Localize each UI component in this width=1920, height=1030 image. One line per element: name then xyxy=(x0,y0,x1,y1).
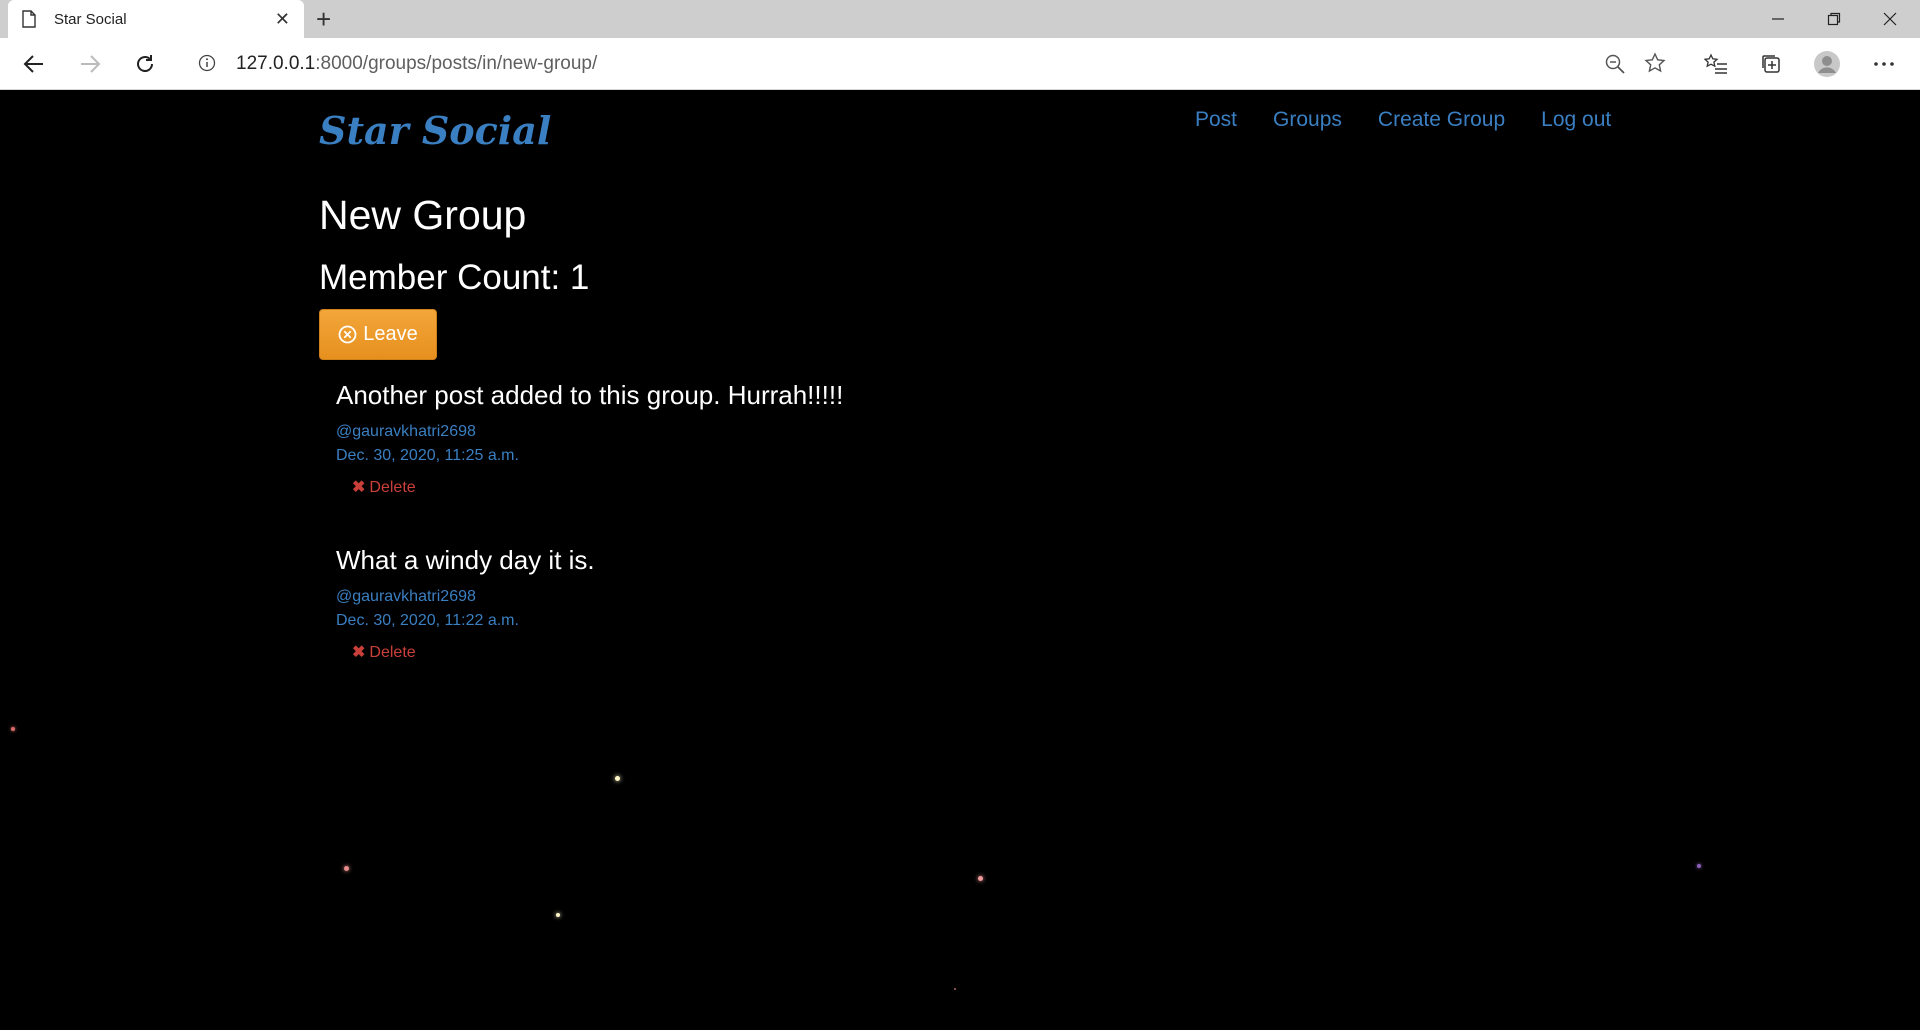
post-author-link[interactable]: @gauravkhatri2698 xyxy=(336,588,595,606)
browser-toolbar: 127.0.0.1:8000/groups/posts/in/new-group… xyxy=(0,38,1920,90)
url-text: 127.0.0.1:8000/groups/posts/in/new-group… xyxy=(236,53,597,75)
minimize-icon[interactable] xyxy=(1750,0,1806,38)
nav-post-link[interactable]: Post xyxy=(1195,108,1237,132)
post-item: Another post added to this group. Hurrah… xyxy=(336,380,843,497)
star-decoration xyxy=(615,776,620,781)
site-info-icon[interactable] xyxy=(198,54,216,72)
group-title: New Group xyxy=(319,192,527,238)
close-tab-icon[interactable]: ✕ xyxy=(275,9,290,29)
delete-label: Delete xyxy=(369,644,416,661)
delete-post-button[interactable]: ✖ Delete xyxy=(352,477,843,497)
browser-tab[interactable]: Star Social ✕ xyxy=(8,0,304,38)
page-icon xyxy=(22,9,38,29)
star-decoration xyxy=(556,913,560,917)
close-window-icon[interactable] xyxy=(1862,0,1918,38)
favorites-icon[interactable] xyxy=(1702,50,1730,78)
refresh-icon[interactable] xyxy=(131,50,159,78)
delete-label: Delete xyxy=(369,479,416,496)
circle-x-icon xyxy=(338,325,357,344)
post-item: What a windy day it is. @gauravkhatri269… xyxy=(336,545,595,662)
nav-create-group-link[interactable]: Create Group xyxy=(1378,108,1505,132)
star-decoration xyxy=(344,866,349,871)
more-options-icon[interactable] xyxy=(1870,50,1898,78)
new-tab-icon[interactable]: + xyxy=(316,6,331,32)
browser-tab-strip: Star Social ✕ + xyxy=(0,0,1920,38)
collections-icon[interactable] xyxy=(1757,50,1785,78)
nav-logout-link[interactable]: Log out xyxy=(1541,108,1611,132)
favorite-star-icon[interactable] xyxy=(1644,52,1666,79)
top-navigation: Post Groups Create Group Log out xyxy=(1195,108,1647,132)
url-host: 127.0.0.1 xyxy=(236,53,316,74)
member-count: Member Count: 1 xyxy=(319,258,590,297)
star-decoration xyxy=(11,727,15,731)
leave-button-label: Leave xyxy=(363,323,418,345)
nav-groups-link[interactable]: Groups xyxy=(1273,108,1342,132)
star-decoration xyxy=(954,988,956,990)
post-timestamp-link[interactable]: Dec. 30, 2020, 11:25 a.m. xyxy=(336,447,843,465)
post-timestamp-link[interactable]: Dec. 30, 2020, 11:22 a.m. xyxy=(336,612,595,630)
page-content: Star Social Post Groups Create Group Log… xyxy=(0,90,1920,1030)
post-text: What a windy day it is. xyxy=(336,545,595,575)
site-brand-logo[interactable]: Star Social xyxy=(319,108,551,153)
star-decoration xyxy=(1697,864,1701,868)
leave-group-button[interactable]: Leave xyxy=(319,309,437,360)
zoom-icon[interactable] xyxy=(1604,53,1626,80)
post-author-link[interactable]: @gauravkhatri2698 xyxy=(336,423,843,441)
url-path: :8000/groups/posts/in/new-group/ xyxy=(315,53,598,74)
restore-icon[interactable] xyxy=(1806,0,1862,38)
address-bar[interactable]: 127.0.0.1:8000/groups/posts/in/new-group… xyxy=(180,45,1680,81)
forward-arrow-icon[interactable] xyxy=(76,50,104,78)
tab-title: Star Social xyxy=(54,10,127,28)
delete-x-icon: ✖ xyxy=(352,644,366,661)
delete-x-icon: ✖ xyxy=(352,479,366,496)
profile-avatar-icon[interactable] xyxy=(1813,50,1841,78)
delete-post-button[interactable]: ✖ Delete xyxy=(352,642,595,662)
star-decoration xyxy=(978,876,983,881)
post-text: Another post added to this group. Hurrah… xyxy=(336,380,844,410)
back-arrow-icon[interactable] xyxy=(20,50,48,78)
